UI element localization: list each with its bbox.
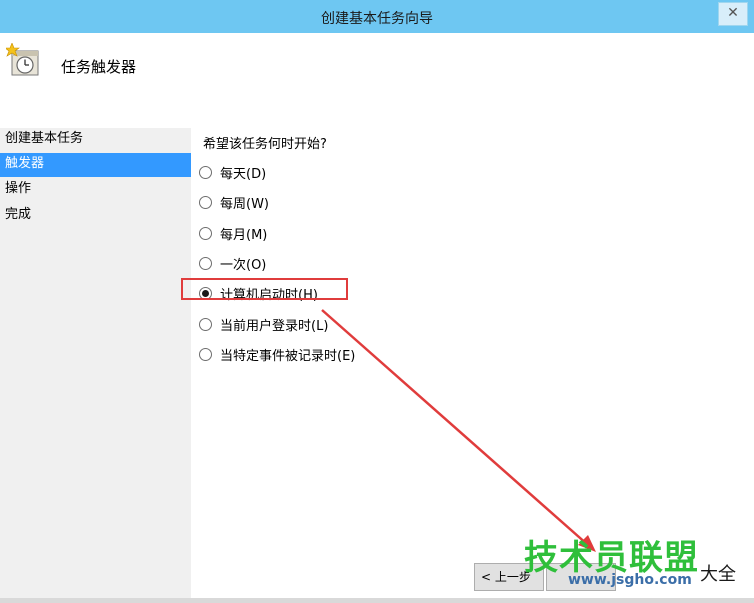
annotation-arrow <box>321 309 596 552</box>
watermark-logo: 技术员联盟 www.jsgho.com 大全 <box>524 530 754 603</box>
window-bottom-edge <box>0 598 754 603</box>
watermark-side-text: 大全 <box>700 564 736 585</box>
watermark-url: www.jsgho.com <box>568 572 692 588</box>
